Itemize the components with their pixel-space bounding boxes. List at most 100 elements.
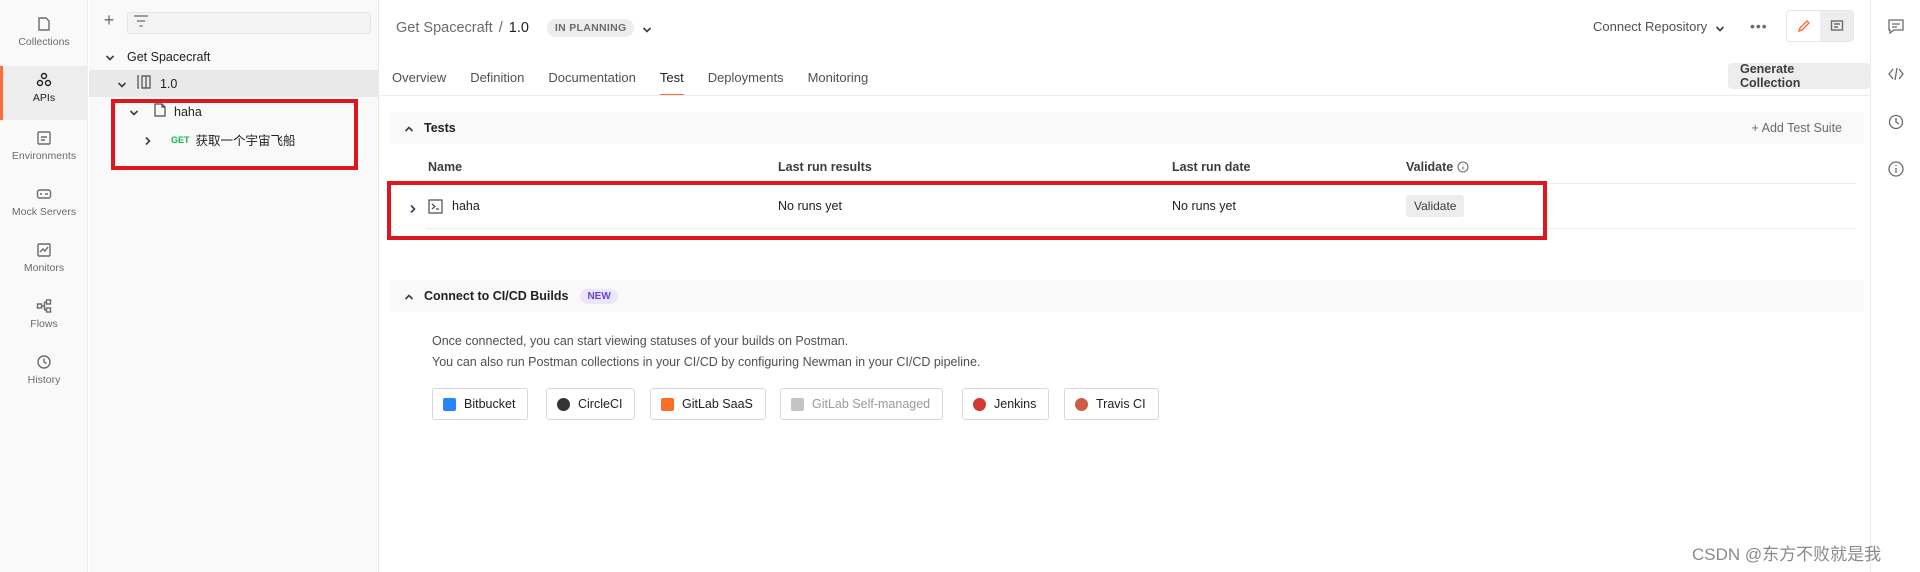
add-test-suite-button[interactable]: + Add Test Suite <box>1752 121 1842 135</box>
status-badge[interactable]: IN PLANNING <box>546 19 635 37</box>
rail-item-flows[interactable]: Flows <box>0 292 88 342</box>
annotation-frame-sidebar <box>111 99 358 170</box>
postman-app: Collections APIs Environments Mock Serve… <box>0 0 1920 572</box>
rail-item-collections[interactable]: Collections <box>0 10 88 60</box>
tabs-divider <box>380 95 1870 96</box>
rail-label: Environments <box>11 150 77 162</box>
comment-icon <box>1830 20 1843 31</box>
apis-icon <box>36 72 52 87</box>
circleci-button[interactable]: CircleCI <box>546 388 636 420</box>
pencil-icon <box>1797 20 1810 33</box>
tree-version-label: 1.0 <box>160 76 178 91</box>
rail-item-apis[interactable]: APIs <box>0 66 88 120</box>
new-api-button[interactable]: + <box>99 11 119 31</box>
column-header-last-run-date: Last run date <box>1172 160 1251 174</box>
rail-label: Mock Servers <box>11 206 77 218</box>
connect-repository-label: Connect Repository <box>1593 19 1708 34</box>
tab-documentation[interactable]: Documentation <box>548 66 635 96</box>
environments-icon <box>37 131 51 145</box>
jenkins-label: Jenkins <box>994 397 1037 411</box>
column-header-name: Name <box>428 160 463 174</box>
connect-repository-button[interactable]: Connect Repository <box>1593 19 1725 34</box>
gitlab-self-managed-label: GitLab Self-managed <box>812 397 931 411</box>
comments-icon[interactable] <box>1887 18 1905 36</box>
rail-label: APIs <box>32 92 56 104</box>
tree-api-get-spacecraft[interactable]: Get Spacecraft <box>89 43 379 70</box>
cicd-description-line-2: You can also run Postman collections in … <box>432 355 981 369</box>
column-header-validate-label: Validate <box>1406 160 1454 174</box>
gitlab-icon <box>661 397 674 411</box>
history-icon <box>37 355 51 369</box>
annotation-frame-test-row <box>387 181 1547 240</box>
travis-ci-button[interactable]: Travis CI <box>1064 388 1159 420</box>
cicd-section-title: Connect to CI/CD Builds <box>424 289 569 303</box>
breadcrumb-separator: / <box>498 20 503 36</box>
info-icon[interactable] <box>1457 161 1469 173</box>
collections-icon <box>38 17 50 31</box>
tab-definition[interactable]: Definition <box>470 66 524 96</box>
rail-label: Monitors <box>23 262 65 274</box>
chevron-down-icon[interactable] <box>642 23 652 33</box>
rail-item-environments[interactable]: Environments <box>0 124 88 174</box>
tests-section-header[interactable]: Tests + Add Test Suite <box>390 112 1864 144</box>
chevron-up-icon <box>404 291 414 301</box>
tree-api-label: Get Spacecraft <box>127 49 211 64</box>
chevron-down-icon <box>105 52 115 62</box>
history-icon[interactable] <box>1887 113 1905 131</box>
rail-label: History <box>27 374 61 386</box>
tab-overview[interactable]: Overview <box>392 66 446 96</box>
cicd-description-line-1: Once connected, you can start viewing st… <box>432 334 849 348</box>
tab-deployments[interactable]: Deployments <box>708 66 784 96</box>
travis-ci-label: Travis CI <box>1096 397 1146 411</box>
monitors-icon <box>37 243 51 257</box>
flows-icon <box>36 299 52 313</box>
rail-label: Collections <box>18 36 70 48</box>
gitlab-icon <box>791 397 804 411</box>
circleci-label: CircleCI <box>578 397 623 411</box>
api-tabs: Overview Definition Documentation Test D… <box>392 66 892 96</box>
jenkins-icon <box>973 397 986 411</box>
gitlab-self-managed-button[interactable]: GitLab Self-managed <box>780 388 944 420</box>
generate-collection-button[interactable]: Generate Collection <box>1728 62 1870 90</box>
api-main-panel: Get Spacecraft / 1.0 IN PLANNING Connect… <box>380 0 1870 572</box>
info-icon[interactable] <box>1887 160 1905 178</box>
rail-label: Flows <box>30 318 58 330</box>
mock-servers-icon <box>36 189 52 199</box>
right-context-rail <box>1870 0 1920 572</box>
code-icon[interactable] <box>1887 65 1905 83</box>
view-toggle <box>1786 10 1854 42</box>
new-badge: NEW <box>580 288 618 304</box>
tab-test[interactable]: Test <box>659 66 684 96</box>
gitlab-saas-label: GitLab SaaS <box>682 397 753 411</box>
column-header-last-run-results: Last run results <box>778 160 872 174</box>
travis-ci-icon <box>1075 397 1088 411</box>
rail-item-mock-servers[interactable]: Mock Servers <box>0 180 88 230</box>
circleci-icon <box>557 397 570 411</box>
chevron-up-icon <box>404 123 414 133</box>
tab-monitoring[interactable]: Monitoring <box>808 66 869 96</box>
breadcrumb-version: 1.0 <box>508 20 529 36</box>
filter-icon[interactable] <box>133 14 149 28</box>
tree-version-1-0[interactable]: 1.0 <box>89 70 379 97</box>
rail-item-history[interactable]: History <box>0 348 88 398</box>
more-actions-icon[interactable]: ••• <box>1750 18 1768 34</box>
jenkins-button[interactable]: Jenkins <box>962 388 1050 420</box>
breadcrumb: Get Spacecraft / 1.0 IN PLANNING <box>396 18 652 38</box>
breadcrumb-api[interactable]: Get Spacecraft <box>396 20 493 36</box>
sidebar-search-input[interactable] <box>127 12 371 34</box>
chevron-down-icon <box>117 79 127 89</box>
gitlab-saas-button[interactable]: GitLab SaaS <box>650 388 766 420</box>
bitbucket-label: Bitbucket <box>464 397 516 411</box>
cicd-section-header[interactable]: Connect to CI/CD Builds NEW <box>390 280 1864 312</box>
edit-mode-button[interactable] <box>1787 11 1820 41</box>
tests-section-title: Tests <box>424 121 456 135</box>
version-icon <box>137 75 152 92</box>
sidebar-toolbar: + <box>89 8 379 36</box>
chevron-down-icon <box>1715 22 1725 32</box>
left-nav-rail: Collections APIs Environments Mock Serve… <box>0 0 88 572</box>
bitbucket-button[interactable]: Bitbucket <box>432 388 529 420</box>
bitbucket-icon <box>443 397 456 411</box>
rail-item-monitors[interactable]: Monitors <box>0 236 88 286</box>
doc-mode-button[interactable] <box>1820 11 1853 41</box>
watermark: CSDN @东方不败就是我 <box>1692 545 1882 564</box>
